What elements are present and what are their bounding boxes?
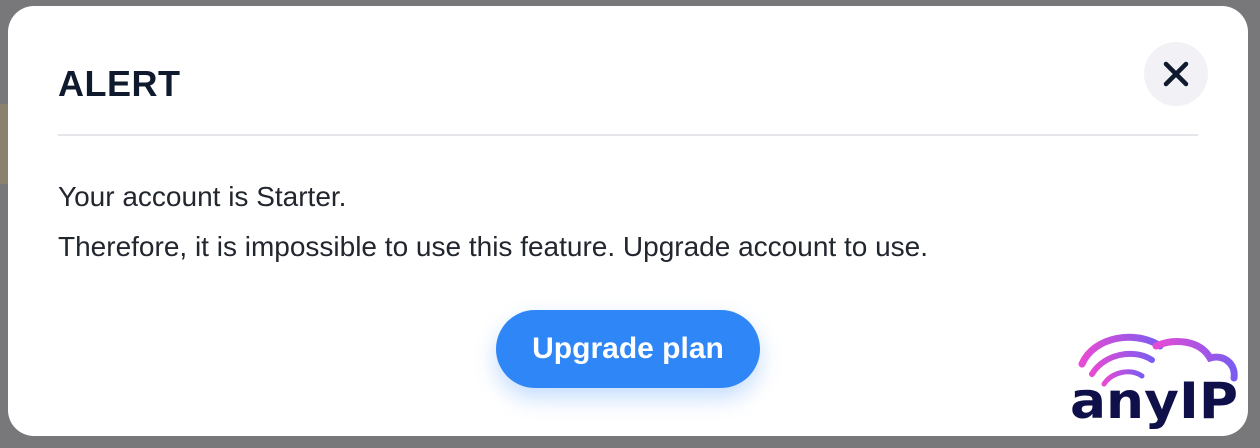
upgrade-plan-button[interactable]: Upgrade plan	[496, 310, 760, 388]
dialog-message: Your account is Starter. Therefore, it i…	[58, 172, 928, 272]
alert-dialog: ALERT Your account is Starter. Therefore…	[8, 6, 1248, 436]
cloud-wifi-logo-icon: anyIP	[1070, 333, 1238, 430]
brand-wordmark: anyIP	[1070, 372, 1238, 430]
dialog-divider	[58, 134, 1198, 136]
close-icon	[1163, 61, 1189, 87]
message-line-account: Your account is Starter.	[58, 181, 347, 212]
close-button[interactable]	[1144, 42, 1208, 106]
dialog-title: ALERT	[58, 63, 181, 104]
brand-logo: anyIP	[1064, 318, 1244, 430]
message-line-feature: Therefore, it is impossible to use this …	[58, 231, 929, 262]
